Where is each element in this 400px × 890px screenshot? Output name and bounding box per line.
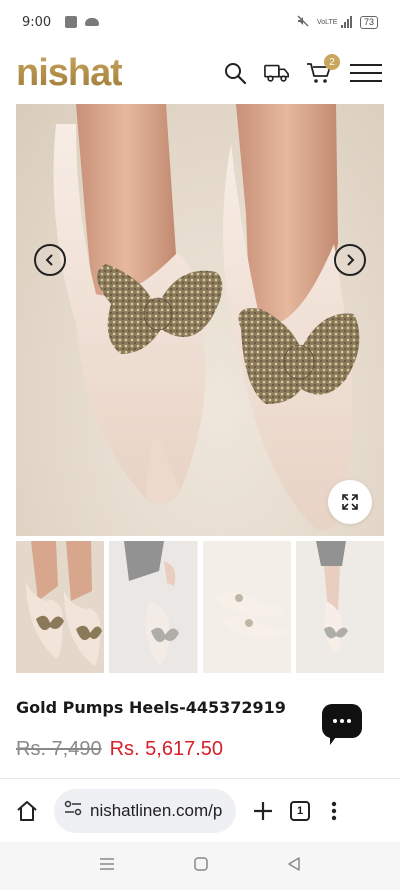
- brand-logo[interactable]: nishat: [16, 52, 123, 95]
- thumbnail-2[interactable]: [109, 541, 198, 673]
- thumbnail-3[interactable]: [202, 541, 291, 673]
- product-title: Gold Pumps Heels-445372919: [16, 698, 286, 717]
- status-bar: 9:00 VoLTE 73: [0, 0, 400, 44]
- expand-image-button[interactable]: [328, 480, 372, 524]
- site-header: nishat 2: [0, 44, 400, 102]
- cart-icon[interactable]: 2: [306, 54, 340, 86]
- tab-switcher-button[interactable]: 1: [290, 800, 310, 821]
- thumbnail-image: [16, 541, 104, 673]
- menu-icon[interactable]: [348, 60, 384, 86]
- system-navigation-bar: [0, 842, 400, 890]
- battery-level: 73: [363, 16, 374, 27]
- thumbnail-1[interactable]: [16, 541, 105, 673]
- thumbnail-image: [202, 541, 291, 673]
- site-settings-icon[interactable]: [64, 800, 82, 821]
- sale-price: Rs. 5,617.50: [109, 738, 224, 760]
- price-row: Rs. 7,490 Rs. 5,617.50: [16, 738, 223, 761]
- signal-icon: [340, 16, 352, 28]
- url-text: nishatlinen.com/p: [90, 800, 223, 820]
- thumbnail-4[interactable]: [295, 541, 384, 673]
- prev-image-button[interactable]: [34, 244, 66, 276]
- image-thumbnails: [16, 541, 384, 673]
- delivery-truck-icon[interactable]: [264, 60, 290, 86]
- truncated-content: [60, 771, 260, 777]
- next-image-button[interactable]: [334, 244, 366, 276]
- browser-toolbar: nishatlinen.com/p 1: [0, 778, 400, 842]
- plus-icon[interactable]: [250, 798, 276, 824]
- status-notification-icons: [65, 16, 100, 28]
- battery-icon: 73: [359, 15, 378, 29]
- notification-icon: [65, 16, 78, 28]
- cloud-icon: [85, 18, 100, 26]
- search-icon[interactable]: [222, 60, 248, 86]
- original-price: Rs. 7,490: [16, 738, 102, 760]
- mute-icon: [297, 15, 309, 29]
- product-photo: [53, 104, 360, 531]
- chevron-left-icon: [45, 254, 53, 266]
- cart-count-badge: 2: [324, 54, 340, 70]
- status-system-icons: VoLTE 73: [297, 15, 378, 29]
- thumbnail-image: [109, 541, 198, 673]
- chevron-right-icon: [347, 254, 355, 266]
- recents-icon[interactable]: [99, 857, 115, 876]
- product-main-image[interactable]: [16, 104, 384, 536]
- system-home-icon[interactable]: [193, 856, 209, 877]
- chat-icon[interactable]: [322, 704, 362, 745]
- tab-count: 1: [296, 804, 304, 817]
- header-actions: 2: [222, 54, 384, 86]
- home-icon[interactable]: [14, 798, 40, 824]
- thumbnail-image: [295, 541, 384, 673]
- address-bar[interactable]: nishatlinen.com/p: [54, 788, 236, 833]
- more-icon[interactable]: [324, 798, 344, 824]
- status-time: 9:00: [22, 14, 52, 30]
- expand-icon: [342, 494, 358, 510]
- back-icon[interactable]: [287, 856, 301, 877]
- volte-label: VoLTE: [316, 18, 338, 26]
